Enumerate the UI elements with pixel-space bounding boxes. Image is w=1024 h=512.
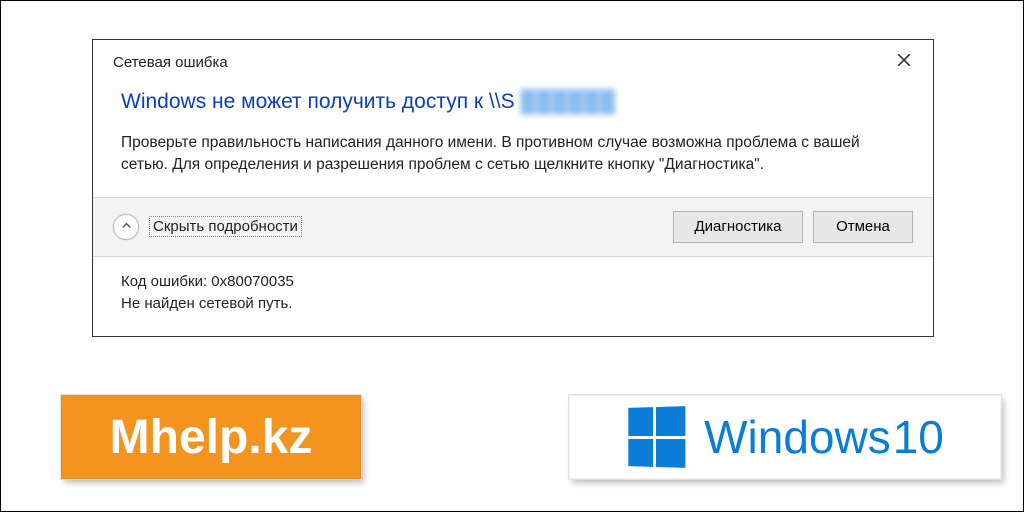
toggle-details-label[interactable]: Скрыть подробности — [149, 216, 302, 237]
dialog-title: Сетевая ошибка — [113, 54, 228, 71]
dialog-titlebar: Сетевая ошибка — [93, 40, 933, 80]
toggle-details-button[interactable] — [113, 214, 139, 240]
windows-logo-icon — [628, 406, 685, 468]
diagnose-button[interactable]: Диагностика — [673, 211, 803, 243]
chevron-up-icon — [121, 218, 132, 236]
error-description: Проверьте правильность написания данного… — [121, 132, 905, 177]
cancel-button[interactable]: Отмена — [813, 211, 913, 243]
mhelp-badge: Mhelp.kz — [61, 395, 361, 479]
windows10-badge: Windows10 — [569, 395, 1001, 479]
error-heading: Windows не может получить доступ к \\S██… — [121, 90, 905, 114]
error-heading-text: Windows не может получить доступ к \\S — [121, 90, 515, 114]
error-code-line: Код ошибки: 0x80070035 — [121, 271, 905, 293]
error-message-line: Не найден сетевой путь. — [121, 293, 905, 315]
mhelp-badge-text: Mhelp.kz — [110, 410, 313, 465]
dialog-body: Windows не может получить доступ к \\S██… — [93, 80, 933, 197]
error-heading-redacted: ██████ — [521, 90, 616, 114]
close-icon — [897, 52, 911, 72]
windows-word: Windows — [704, 411, 891, 463]
close-button[interactable] — [889, 50, 919, 74]
windows-version: 10 — [893, 411, 944, 463]
dialog-action-row: Скрыть подробности Диагностика Отмена — [93, 197, 933, 256]
windows10-badge-text: Windows10 — [704, 410, 944, 464]
network-error-dialog: Сетевая ошибка Windows не может получить… — [92, 39, 934, 337]
dialog-details: Код ошибки: 0x80070035 Не найден сетевой… — [93, 256, 933, 337]
